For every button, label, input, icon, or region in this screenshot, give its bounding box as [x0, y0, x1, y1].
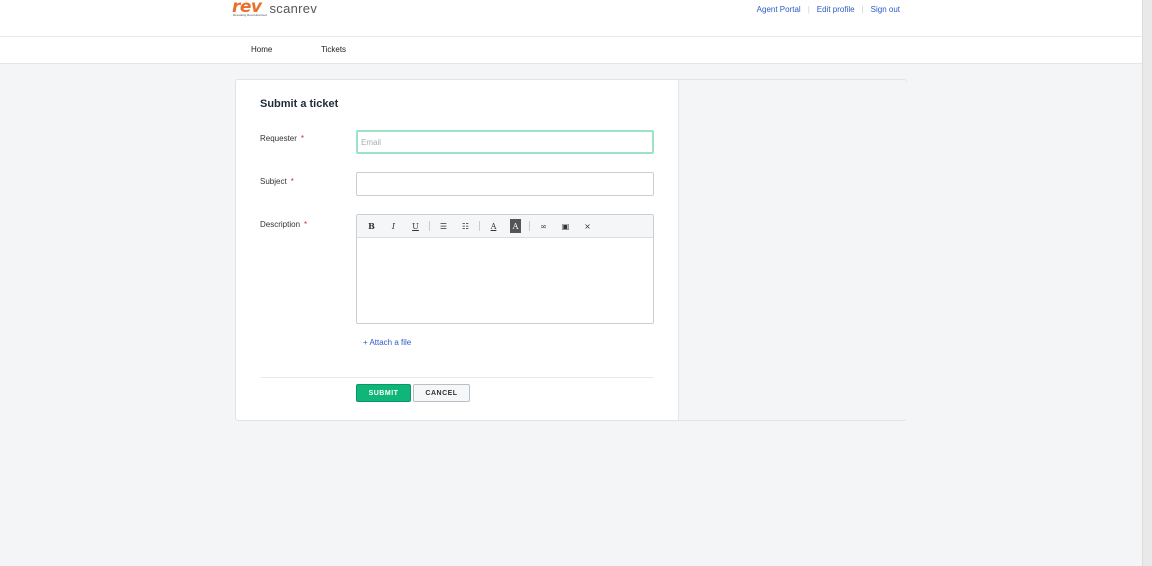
description-textarea[interactable] — [357, 238, 653, 323]
required-asterisk: * — [290, 177, 294, 186]
image-icon[interactable]: ▣ — [557, 219, 574, 233]
submit-button[interactable]: SUBMIT — [356, 384, 411, 402]
sign-out-link[interactable]: Sign out — [871, 5, 900, 15]
subject-input[interactable] — [356, 172, 654, 196]
link-separator: | — [807, 5, 810, 14]
toolbar-separator — [529, 221, 530, 231]
ticket-form-card: Submit a ticket Requester* Subject* Desc… — [235, 79, 907, 421]
requester-email-input[interactable] — [356, 130, 654, 154]
card-sidebar-panel — [678, 80, 907, 420]
brand-logo[interactable]: rev Revealing Revolutionised scanrev — [232, 0, 317, 20]
text-color-icon[interactable]: A — [485, 219, 502, 233]
attach-file-link[interactable]: + Attach a file — [363, 338, 411, 347]
required-asterisk: * — [300, 134, 305, 143]
numbered-list-icon[interactable]: ☷ — [457, 219, 474, 233]
toolbar-separator — [429, 221, 430, 231]
header-links: Agent Portal | Edit profile | Sign out — [757, 5, 900, 15]
subject-label-text: Subject — [260, 177, 287, 186]
requester-label: Requester * — [260, 134, 304, 143]
italic-button[interactable]: I — [385, 219, 402, 233]
main-nav: Home Tickets — [0, 37, 1142, 64]
description-label: Description * — [260, 220, 307, 229]
link-icon[interactable]: ∞ — [535, 219, 552, 233]
subject-label: Subject * — [260, 177, 294, 186]
form-title: Submit a ticket — [260, 98, 339, 110]
edit-profile-link[interactable]: Edit profile — [817, 5, 855, 15]
cancel-button[interactable]: CANCEL — [413, 384, 470, 402]
underline-button[interactable]: U — [407, 219, 424, 233]
background-color-icon[interactable]: A — [510, 219, 521, 233]
bold-button[interactable]: B — [363, 219, 380, 233]
requester-label-text: Requester — [260, 134, 297, 143]
page-scrollbar[interactable] — [1142, 0, 1152, 566]
nav-item-home[interactable]: Home — [251, 45, 272, 54]
editor-toolbar: B I U ☰ ☷ A A ∞ ▣ ⨯ — [357, 215, 653, 238]
toolbar-separator — [479, 221, 480, 231]
top-header: rev Revealing Revolutionised scanrev Age… — [0, 0, 1142, 37]
bullet-list-icon[interactable]: ☰ — [435, 219, 452, 233]
required-asterisk: * — [304, 220, 308, 229]
agent-portal-link[interactable]: Agent Portal — [757, 5, 801, 15]
clear-format-icon[interactable]: ⨯ — [579, 219, 596, 233]
description-label-text: Description — [260, 220, 301, 229]
logo-tagline: Revealing Revolutionised — [233, 13, 267, 17]
nav-item-tickets[interactable]: Tickets — [321, 45, 346, 54]
logo-text: scanrev — [269, 1, 318, 16]
form-divider — [260, 377, 654, 378]
description-editor: B I U ☰ ☷ A A ∞ ▣ ⨯ — [356, 214, 654, 324]
link-separator: | — [861, 5, 864, 14]
